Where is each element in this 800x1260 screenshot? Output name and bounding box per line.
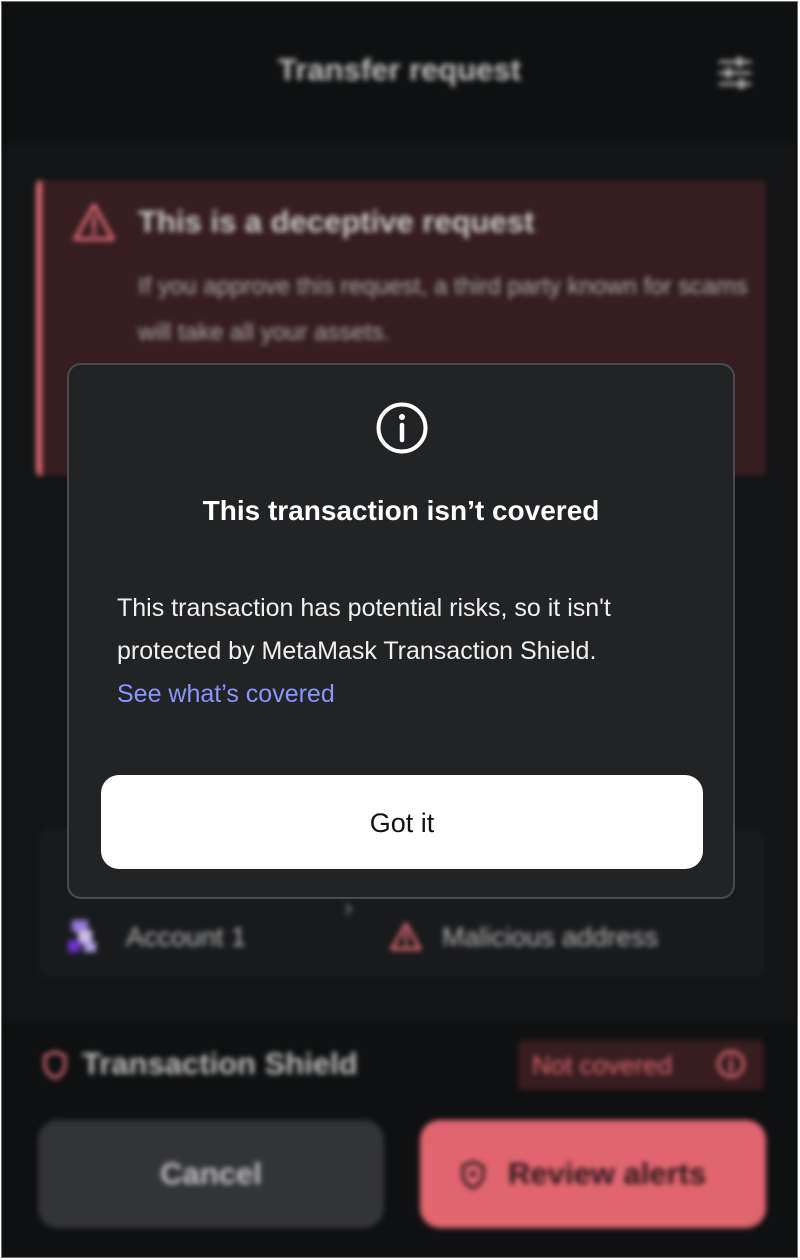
screenshot-frame: Transfer request This is a deceptive req… (0, 0, 800, 1260)
app-screen: Transfer request This is a deceptive req… (1, 1, 798, 1258)
not-covered-modal: This transaction isn’t covered This tran… (67, 363, 735, 899)
info-icon (376, 402, 428, 454)
modal-title: This transaction isn’t covered (202, 495, 600, 526)
modal-body-text: This transaction has potential risks, so… (117, 594, 611, 665)
got-it-button[interactable]: Got it (101, 775, 703, 869)
see-whats-covered-link[interactable]: See what’s covered (117, 673, 707, 716)
modal-body: This transaction has potential risks, so… (117, 587, 707, 716)
